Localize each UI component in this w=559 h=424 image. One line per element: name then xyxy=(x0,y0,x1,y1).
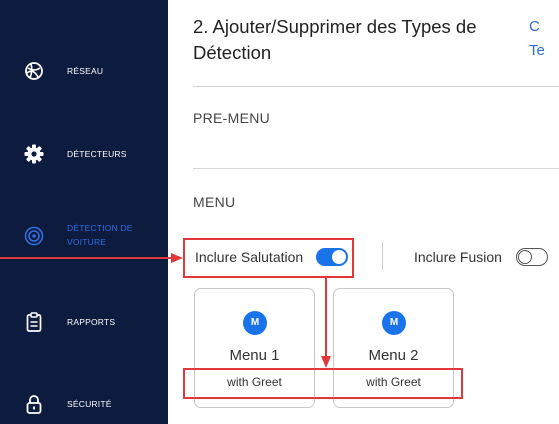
annotation-arrowhead xyxy=(321,356,331,368)
annotation-arrows xyxy=(0,253,331,368)
annotation-arrowhead xyxy=(171,253,183,263)
